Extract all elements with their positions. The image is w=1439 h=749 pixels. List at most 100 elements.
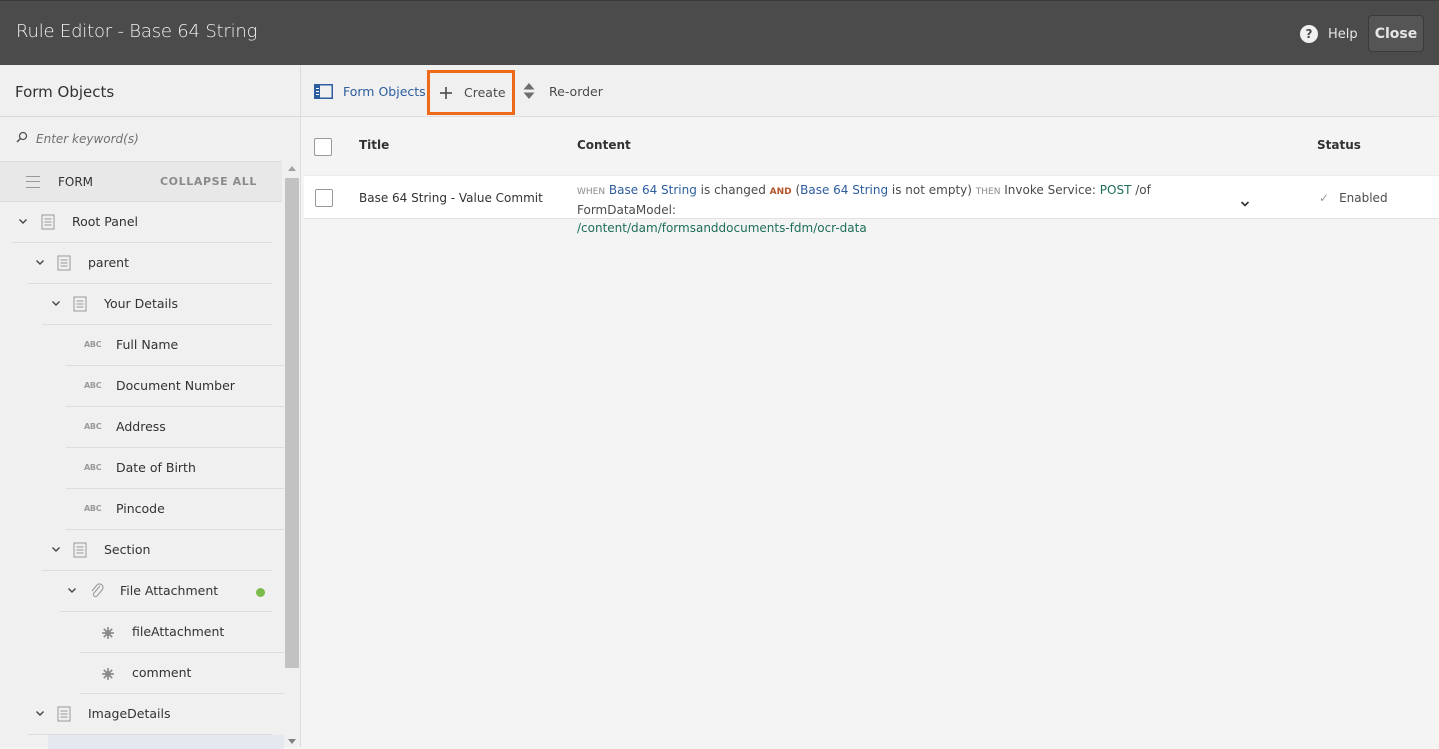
keyword-and: AND bbox=[769, 187, 792, 197]
title-bar: Rule Editor - Base 64 String ? Help Clos… bbox=[0, 0, 1439, 65]
help-button[interactable]: ? Help bbox=[1300, 25, 1358, 43]
form-objects-label: Form Objects bbox=[343, 83, 426, 99]
keyword-when: WHEN bbox=[577, 187, 606, 197]
tree-item-document-number[interactable]: ABC Document Number bbox=[0, 366, 284, 407]
service-path: /content/dam/formsanddocuments-fdm/ocr-d… bbox=[577, 221, 867, 235]
tree-item-label: File Attachment bbox=[120, 583, 219, 598]
create-button[interactable]: Create bbox=[427, 70, 515, 115]
column-header-title[interactable]: Title bbox=[359, 138, 389, 152]
form-objects-panel: Form Objects FORM COLLAPSE ALL Root Pane… bbox=[0, 65, 301, 749]
paperclip-icon bbox=[91, 583, 104, 598]
tree-item-pincode[interactable]: ABC Pincode bbox=[0, 489, 284, 530]
column-header-content[interactable]: Content bbox=[577, 138, 631, 152]
reorder-button[interactable]: Re-order bbox=[523, 65, 603, 117]
editor-title: Rule Editor - Base 64 String bbox=[16, 21, 258, 42]
keyword-then: THEN bbox=[975, 187, 1001, 197]
rule-status: ✓ Enabled bbox=[1319, 191, 1388, 205]
tree-item-date-of-birth[interactable]: ABC Date of Birth bbox=[0, 448, 284, 489]
tree-item-label: Address bbox=[116, 419, 166, 434]
reorder-label: Re-order bbox=[549, 83, 603, 99]
panel-title: Form Objects bbox=[15, 83, 115, 101]
row-checkbox[interactable] bbox=[315, 189, 333, 207]
tree-item-section[interactable]: Section bbox=[0, 530, 284, 571]
chevron-down-icon[interactable] bbox=[51, 544, 61, 554]
tree-scrollbar[interactable] bbox=[284, 161, 300, 747]
text-field-icon: ABC bbox=[84, 422, 102, 431]
panel-icon bbox=[57, 255, 71, 271]
help-label: Help bbox=[1328, 26, 1358, 42]
scroll-down-arrow-icon[interactable] bbox=[288, 739, 296, 744]
search-box bbox=[0, 117, 301, 161]
chevron-down-icon[interactable] bbox=[35, 257, 45, 267]
tree-item-your-details[interactable]: Your Details bbox=[0, 284, 284, 325]
search-input[interactable] bbox=[36, 129, 276, 149]
search-icon bbox=[16, 131, 28, 143]
help-icon: ? bbox=[1300, 25, 1318, 43]
form-objects-toggle-button[interactable]: Form Objects bbox=[314, 65, 426, 117]
tree-item-full-name[interactable]: ABC Full Name bbox=[0, 325, 284, 366]
chevron-down-icon[interactable] bbox=[18, 216, 28, 226]
rules-table: Title Content Status Base 64 String - Va… bbox=[301, 117, 1439, 747]
tree-item-label: Pincode bbox=[116, 501, 165, 516]
tree-item-label: Document Number bbox=[116, 378, 235, 393]
form-header: FORM COLLAPSE ALL bbox=[0, 161, 282, 202]
panel-icon bbox=[73, 296, 87, 312]
tree-item-label: Your Details bbox=[104, 296, 178, 311]
http-method: POST bbox=[1099, 183, 1132, 197]
tree-item-label: Root Panel bbox=[72, 214, 139, 229]
text-field-icon: ABC bbox=[84, 504, 102, 513]
tree-item-label: Section bbox=[104, 542, 151, 557]
tree-item-comment[interactable]: comment bbox=[0, 653, 284, 694]
chevron-down-icon[interactable] bbox=[35, 708, 45, 718]
tree-item-imagedetails[interactable]: ImageDetails bbox=[0, 694, 284, 735]
variable: Base 64 String bbox=[608, 183, 697, 197]
tree-item-parent[interactable]: parent bbox=[0, 243, 284, 284]
panel-icon bbox=[57, 706, 71, 722]
status-label: Enabled bbox=[1339, 191, 1388, 205]
action-text: Invoke Service: bbox=[1000, 183, 1100, 197]
table-row[interactable]: Base 64 String - Value Commit WHEN Base … bbox=[304, 175, 1439, 235]
column-header-status[interactable]: Status bbox=[1317, 138, 1361, 152]
tree-item-label: comment bbox=[132, 665, 192, 680]
tree-item-label: ImageDetails bbox=[88, 706, 171, 721]
form-tree: Root Panel parent Your Details ABC Full … bbox=[0, 202, 284, 749]
panel-icon bbox=[73, 542, 87, 558]
rule-toolbar: Form Objects Create Re-order bbox=[301, 65, 1439, 117]
select-all-checkbox[interactable] bbox=[314, 138, 332, 156]
tree-item-file-attachment[interactable]: File Attachment bbox=[0, 571, 284, 612]
condition-text: is not empty) bbox=[888, 183, 976, 197]
reorder-icon bbox=[523, 83, 535, 99]
rule-indicator-dot bbox=[256, 588, 265, 597]
star-burst-icon bbox=[102, 668, 114, 680]
close-button[interactable]: Close bbox=[1368, 15, 1424, 52]
create-label: Create bbox=[464, 85, 506, 100]
tree-item-label: Full Name bbox=[116, 337, 179, 352]
variable: Base 64 String bbox=[800, 183, 889, 197]
condition-text: is changed bbox=[696, 183, 770, 197]
tree-item-label: Date of Birth bbox=[116, 460, 196, 475]
text-field-icon: ABC bbox=[84, 340, 102, 349]
scrollbar-thumb[interactable] bbox=[285, 178, 299, 668]
collapse-all-button[interactable]: COLLAPSE ALL bbox=[160, 175, 257, 188]
tree-item-fileattachment[interactable]: fileAttachment bbox=[0, 612, 284, 653]
check-icon: ✓ bbox=[1319, 191, 1330, 205]
paren-text: ( bbox=[791, 183, 801, 197]
panel-icon bbox=[41, 214, 55, 230]
star-burst-icon bbox=[102, 627, 114, 639]
expand-rule-chevron-icon[interactable] bbox=[1240, 193, 1250, 212]
sidebar-panel-icon bbox=[314, 83, 333, 99]
form-menu-icon[interactable] bbox=[26, 176, 40, 188]
tree-item-label: parent bbox=[88, 255, 129, 270]
rule-content: WHEN Base 64 String is changed AND (Base… bbox=[577, 181, 1217, 237]
tree-item-address[interactable]: ABC Address bbox=[0, 407, 284, 448]
tree-item-label: fileAttachment bbox=[132, 624, 225, 639]
text-field-icon: ABC bbox=[84, 381, 102, 390]
table-header: Title Content Status bbox=[301, 117, 1439, 174]
tree-item-root-panel[interactable]: Root Panel bbox=[0, 202, 284, 243]
chevron-down-icon[interactable] bbox=[67, 585, 77, 595]
plus-icon bbox=[440, 86, 452, 99]
text-field-icon: ABC bbox=[84, 463, 102, 472]
scroll-up-arrow-icon[interactable] bbox=[288, 166, 296, 171]
chevron-down-icon[interactable] bbox=[51, 298, 61, 308]
rule-title: Base 64 String - Value Commit bbox=[359, 191, 543, 205]
